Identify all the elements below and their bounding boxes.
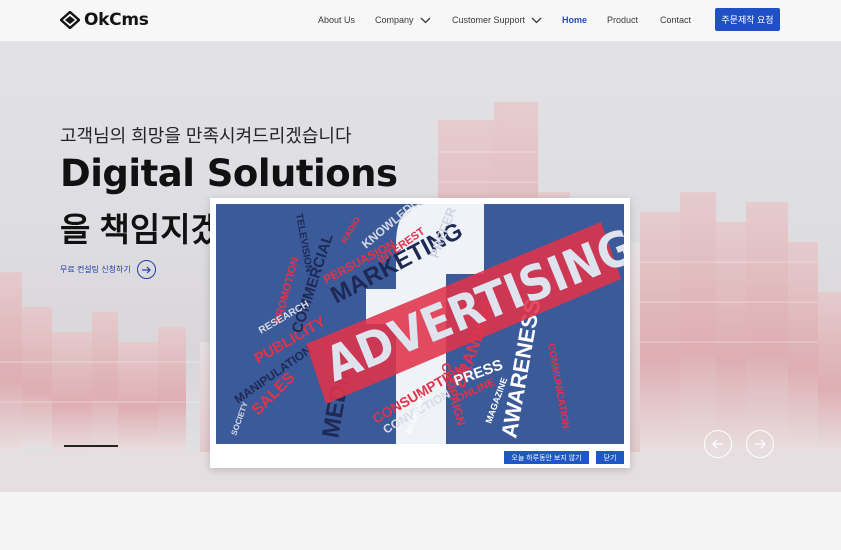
nav-label: Company [375,15,414,25]
page-bottom [0,492,841,550]
nav-label: Home [562,15,588,25]
nav-product[interactable]: Product [607,0,638,40]
hero-title: Digital Solutions [60,152,398,195]
hero-title-line2: 을 책임지겠 [60,211,221,248]
hero-subtitle: 고객님의 희망을 만족시켜드리겠습니다 [60,126,352,146]
nav-home[interactable]: Home [562,0,587,40]
nav-label: Customer Support [452,15,526,25]
arrow-right-icon [136,260,156,279]
dont-show-today-button[interactable]: 오늘 하루동안 보지 않기 [504,451,589,464]
order-request-button[interactable]: 주문제작 요청 [715,8,780,31]
free-consult-link[interactable]: 무료 컨설팅 신청하기 [60,260,156,279]
consult-label: 무료 컨설팅 신청하기 [60,265,131,274]
site-header: OkCms About Us Company Customer Support … [0,0,841,42]
nav-label: Product [607,15,639,25]
arrow-left-icon [712,439,723,449]
next-slide-button[interactable] [746,430,774,458]
logo-icon [60,11,80,29]
nav-label: Contact [660,15,692,25]
nav-customer-support[interactable]: Customer Support [452,0,542,40]
advertising-banner-image[interactable]: MARKETING MEDIA SALES PUBLICITY CONSUMPT… [216,204,624,444]
nav-about-us[interactable]: About Us [318,0,355,40]
logo[interactable]: OkCms [60,10,149,30]
close-popup-button[interactable]: 닫기 [596,451,624,464]
logo-text: OkCms [84,10,149,30]
nav-label: About Us [318,15,356,25]
popup-modal: MARKETING MEDIA SALES PUBLICITY CONSUMPT… [210,198,630,468]
prev-slide-button[interactable] [704,430,732,458]
arrow-right-icon [755,439,766,449]
chevron-down-icon [420,17,430,23]
chevron-down-icon [531,17,542,23]
nav-company[interactable]: Company [375,0,431,40]
nav-contact[interactable]: Contact [660,0,691,40]
slide-progress-bar [64,445,118,447]
